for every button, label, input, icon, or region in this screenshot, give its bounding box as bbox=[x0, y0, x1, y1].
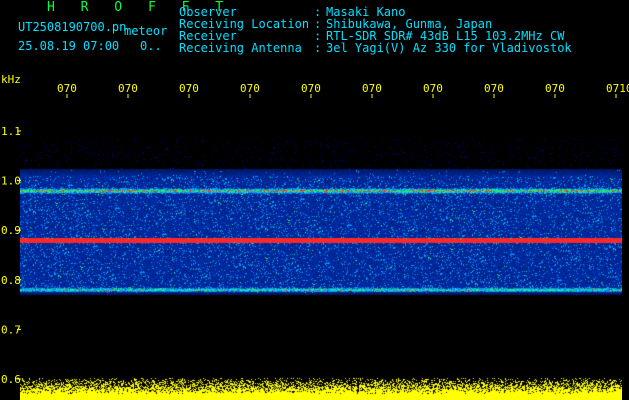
time-tick-label: 070 bbox=[179, 82, 199, 95]
time-tick-label: 070 bbox=[301, 82, 321, 95]
time-tick-label: 070 bbox=[118, 82, 138, 95]
time-tick-label: 070 bbox=[484, 82, 504, 95]
time-tick-label: 070 bbox=[57, 82, 77, 95]
khz-unit-label: kHz bbox=[1, 73, 21, 86]
time-axis: 070 070 070 070 070 070 070 070 070 0710 bbox=[57, 82, 629, 98]
time-tick-label: 0710 bbox=[606, 82, 629, 95]
frequency-axis: 1.11.00.90.80.70.6 bbox=[1, 125, 21, 386]
time-tick-label: 070 bbox=[362, 82, 382, 95]
time-tick-label: 070 bbox=[545, 82, 565, 95]
time-tick-label: 070 bbox=[423, 82, 443, 95]
time-tick-label: 070 bbox=[240, 82, 260, 95]
axis-overlay: kHz 070 070 070 070 070 070 070 070 070 0710 1.11… bbox=[1, 73, 629, 386]
hrofft-display: H R O F F T UT2508190700.pn meteor 25.08… bbox=[0, 0, 629, 400]
